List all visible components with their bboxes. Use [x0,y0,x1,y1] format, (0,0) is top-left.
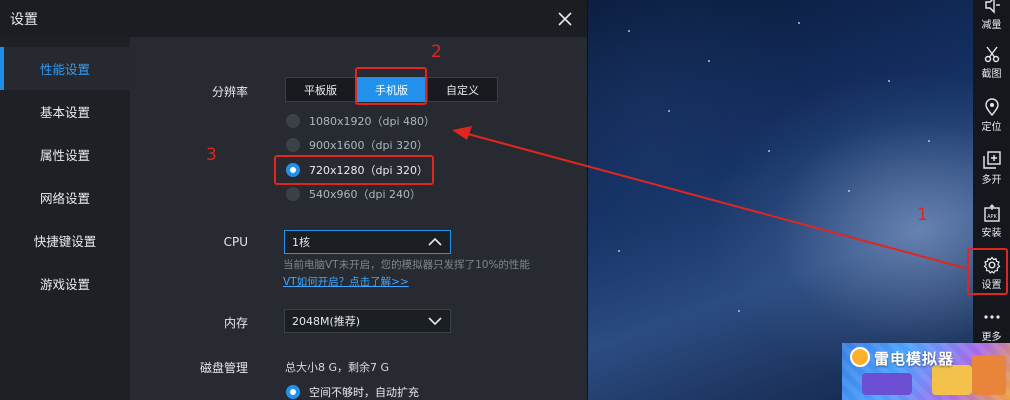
sidebar-item-network[interactable]: 网络设置 [0,176,130,219]
toolbar-label: 更多 [981,332,1002,343]
toolbar-label: 截图 [981,69,1002,80]
sidebar-item-games[interactable]: 游戏设置 [0,262,130,305]
memory-select[interactable]: 2048M(推荐) [284,309,451,333]
promo-graphic [932,365,972,395]
memory-label: 内存 [223,316,248,330]
radio-button [286,187,300,201]
sidebar-item-label: 性能设置 [39,62,90,77]
multi-open-icon [982,151,1001,169]
vt-hint: 当前电脑VT未开启，您的模拟器只发挥了10%的性能 [283,259,530,271]
toolbar-label: 安装 [981,228,1002,239]
radio-button [286,138,300,152]
cpu-label: CPU [223,235,248,249]
vt-help-link[interactable]: VT如何开启？点击了解>> [283,274,409,289]
toolbar-location[interactable]: 定位 [973,98,1010,133]
close-button[interactable] [555,9,575,29]
toolbar-volume-down[interactable]: 减量 [973,0,1010,31]
svg-text:APK: APK [987,214,997,220]
toolbar-install-apk[interactable]: APK 安装 [973,204,1010,239]
toolbar-label: 减量 [981,20,1002,31]
promo-graphic [862,373,912,395]
mode-tablet-button[interactable]: 平板版 [285,77,356,102]
sidebar-item-label: 快捷键设置 [33,234,97,249]
promo-logo-icon [850,347,870,367]
scissors-icon [984,46,999,63]
annotation-number-3: 3 [206,145,217,165]
resolution-option-label: 540x960（dpi 240） [309,188,422,201]
toolbar-more[interactable]: 更多 [973,308,1010,343]
toolbar-screenshot[interactable]: 截图 [973,45,1010,80]
more-dots-icon [983,315,1000,319]
volume-down-icon [984,0,1000,14]
cpu-select-value: 1核 [292,236,310,249]
sidebar-item-label: 游戏设置 [39,277,90,292]
chevron-down-icon [428,317,442,326]
promo-title: 雷电模拟器 [874,350,955,368]
disk-summary: 总大小8 G，剩余7 G [285,361,390,374]
radio-button-selected [286,385,300,399]
apk-install-icon: APK [983,204,1000,222]
promo-graphic [972,355,1006,395]
sidebar-item-label: 网络设置 [39,191,90,206]
dialog-titlebar: 设置 [0,0,587,37]
annotation-box-phone-mode [355,67,427,105]
promo-banner[interactable]: 雷电模拟器 [842,343,1010,400]
disk-label: 磁盘管理 [199,361,248,375]
resolution-label: 分辨率 [211,85,248,99]
annotation-number-2: 2 [431,42,442,62]
resolution-option-540[interactable]: 540x960（dpi 240） [286,186,421,202]
toolbar-label: 定位 [981,122,1002,133]
annotation-box-settings [967,248,1008,295]
dialog-title: 设置 [10,11,38,28]
resolution-option-1080[interactable]: 1080x1920（dpi 480） [286,113,435,129]
disk-auto-expand-option[interactable]: 空间不够时，自动扩充 [286,384,419,400]
resolution-option-label: 900x1600（dpi 320） [309,139,429,152]
sidebar-item-label: 属性设置 [39,148,90,163]
mode-custom-button[interactable]: 自定义 [427,77,498,102]
close-icon [558,11,572,26]
location-pin-icon [984,98,999,116]
chevron-up-icon [428,237,442,246]
radio-button [286,114,300,128]
sidebar-item-performance[interactable]: 性能设置 [0,47,130,90]
resolution-option-label: 1080x1920（dpi 480） [309,115,436,128]
sidebar-item-label: 基本设置 [39,105,90,120]
desktop-background [588,0,973,400]
settings-sidebar: 性能设置 基本设置 属性设置 网络设置 快捷键设置 游戏设置 [0,47,130,400]
toolbar-multi-open[interactable]: 多开 [973,151,1010,186]
toolbar-label: 多开 [981,175,1002,186]
resolution-option-900[interactable]: 900x1600（dpi 320） [286,137,428,153]
sidebar-item-properties[interactable]: 属性设置 [0,133,130,176]
memory-select-value: 2048M(推荐) [292,315,361,328]
sidebar-item-shortcuts[interactable]: 快捷键设置 [0,219,130,262]
disk-option-label: 空间不够时，自动扩充 [309,386,419,399]
annotation-number-1: 1 [917,205,928,225]
sidebar-item-basic[interactable]: 基本设置 [0,90,130,133]
cpu-select[interactable]: 1核 [284,230,451,254]
annotation-box-720-option [274,155,434,185]
